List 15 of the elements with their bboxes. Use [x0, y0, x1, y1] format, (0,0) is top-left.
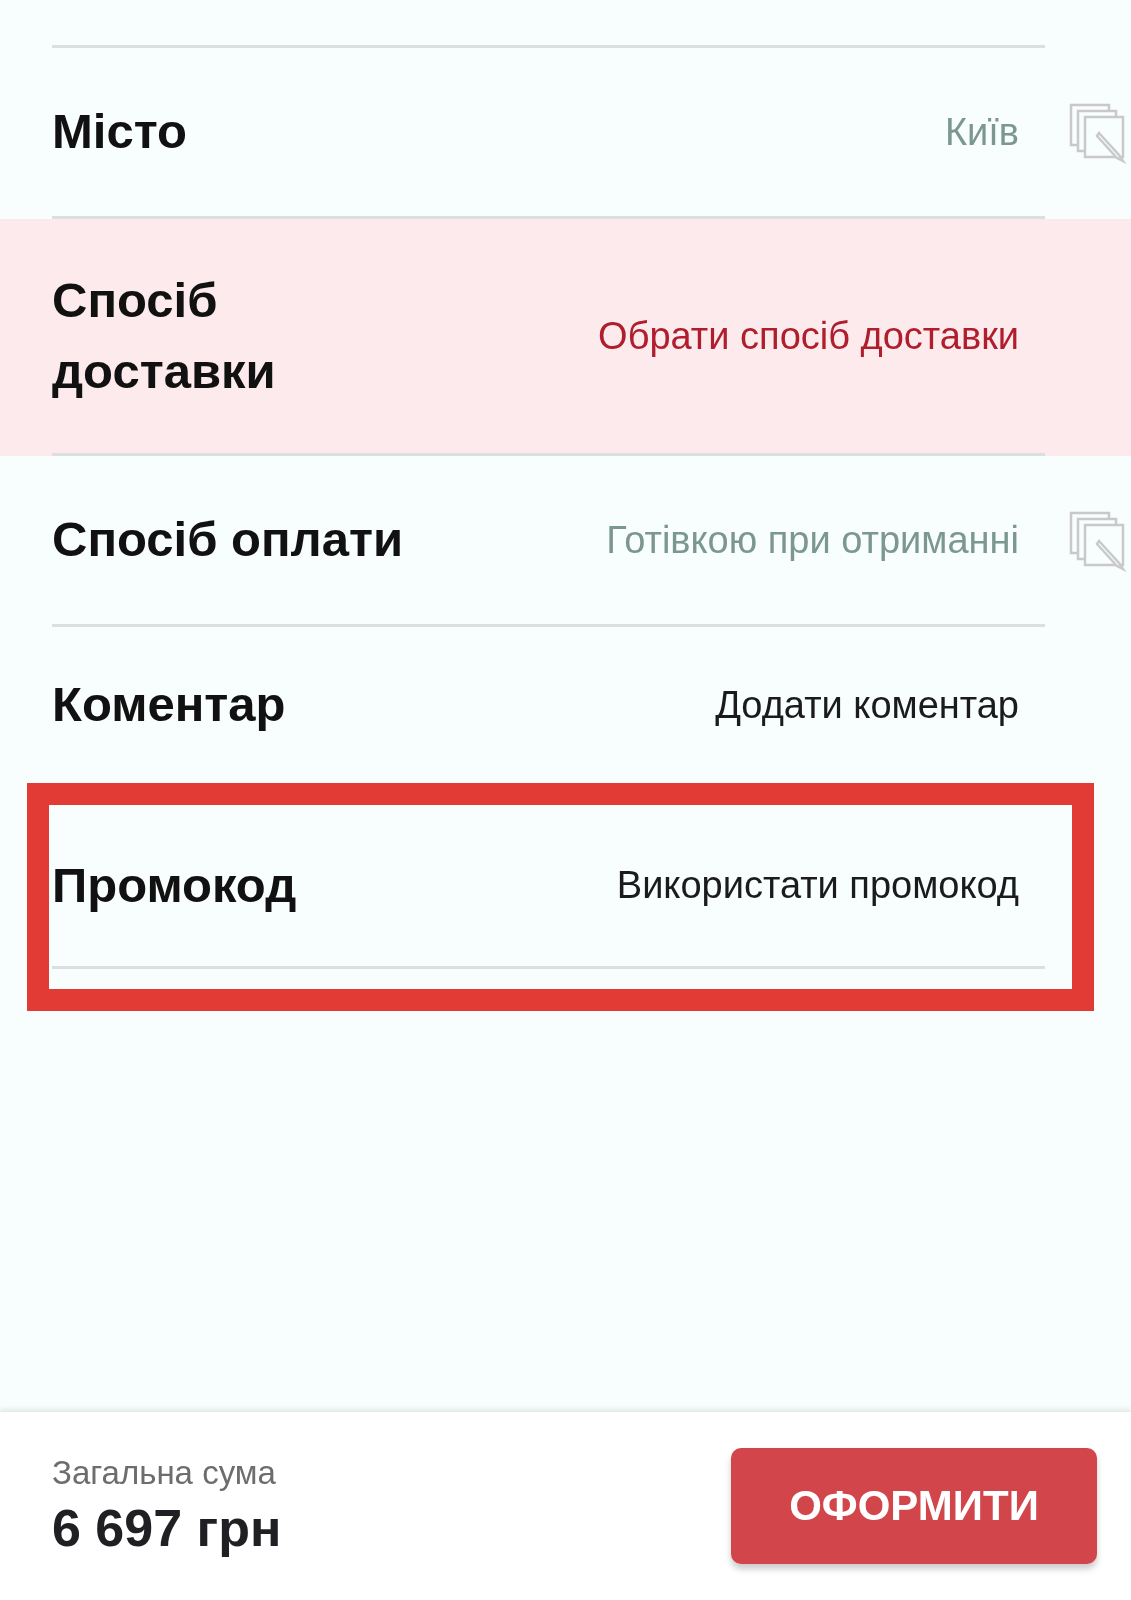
field-value[interactable]: Додати коментар	[715, 683, 1045, 727]
total-label: Загальна сума	[52, 1454, 277, 1492]
total-amount: 6 697 грн	[52, 1498, 282, 1558]
field-label: Коментар	[52, 676, 286, 734]
field-label: Спосіб оплати	[52, 511, 404, 569]
field-label: Промокод	[52, 856, 297, 914]
field-label: Спосіб доставки	[52, 271, 277, 400]
field-label: Місто	[52, 103, 187, 161]
checkout-button[interactable]: ОФОРМИТИ	[731, 1448, 1097, 1564]
edit-icon[interactable]	[1069, 510, 1129, 573]
edit-icon[interactable]	[1069, 102, 1129, 165]
field-value[interactable]: Готівкою при отриманні	[606, 518, 1045, 562]
field-value[interactable]: Київ	[944, 110, 1045, 154]
field-value[interactable]: Обрати спосіб доставки	[598, 314, 1045, 358]
field-value[interactable]: Використати промокод	[616, 864, 1045, 907]
